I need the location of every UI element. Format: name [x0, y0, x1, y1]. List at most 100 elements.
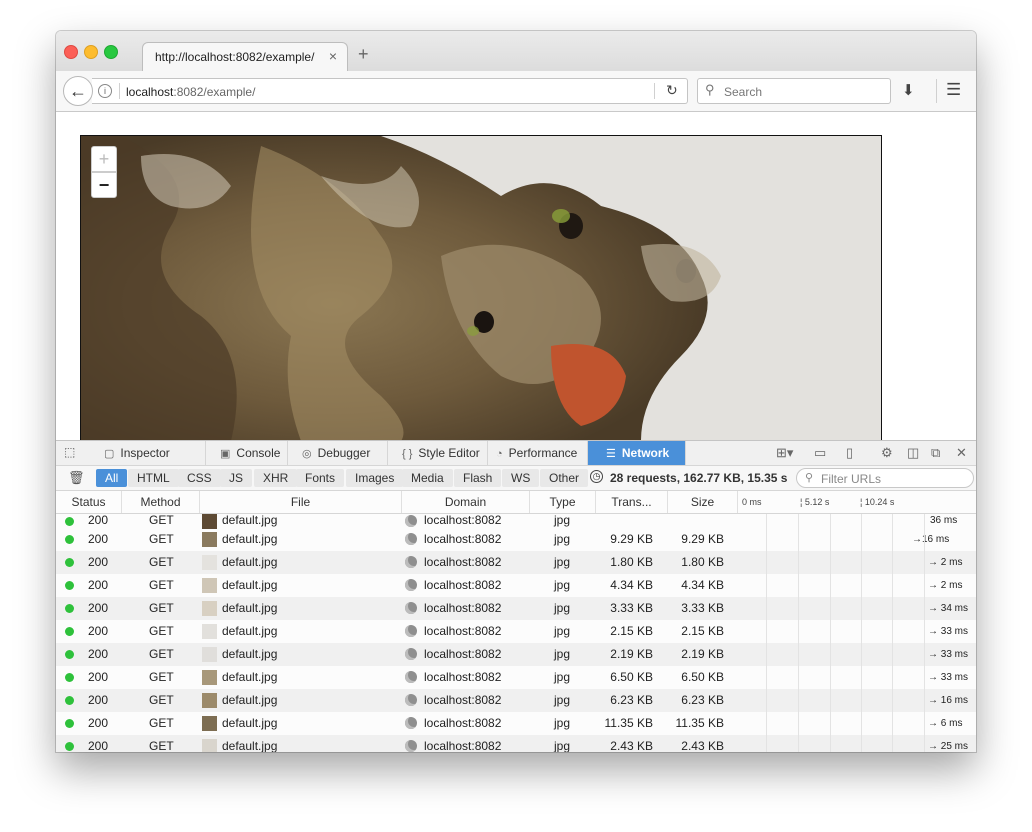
tab-performance[interactable]: ◔ Performance: [488, 441, 588, 465]
gear-icon[interactable]: ⚙: [881, 445, 893, 461]
back-button[interactable]: ←: [63, 76, 93, 106]
size-cell: 11.35 KB: [675, 716, 724, 730]
dock-side-icon[interactable]: ◫: [907, 445, 919, 461]
status-cell: 200: [88, 693, 109, 707]
column-header-transferred[interactable]: Trans...: [596, 491, 668, 513]
responsive-icon[interactable]: ▯: [846, 445, 853, 461]
column-header-status[interactable]: Status: [56, 491, 122, 513]
title-bar: http://localhost:8082/example/ × +: [56, 31, 976, 71]
status-dot: [65, 535, 74, 544]
tab-style-editor[interactable]: { } Style Editor: [388, 441, 488, 465]
table-row[interactable]: 200 GET default.jpg localhost:8082 jpg 4.34 K…: [56, 574, 976, 597]
table-row[interactable]: 200 GET default.jpg localhost:8082 jpg 2.15 K…: [56, 620, 976, 643]
table-row[interactable]: 200 GET default.jpg localhost:8082 jpg 11.35 …: [56, 712, 976, 735]
url-text[interactable]: localhost:8082/example/: [126, 85, 255, 99]
filter-css[interactable]: CSS: [178, 469, 221, 487]
column-header-type[interactable]: Type: [530, 491, 596, 513]
layout-icon[interactable]: ⊞▾: [776, 445, 793, 461]
filter-html[interactable]: HTML: [128, 469, 179, 487]
domain-cell: localhost:8082: [424, 739, 502, 752]
url-bar[interactable]: i localhost:8082/example/ ↻: [92, 78, 688, 104]
tab-console[interactable]: ▣ Console: [206, 441, 288, 465]
devtools-panel: ⬚ ▢ Inspector ▣ Console ◎ Debugger { } Style…: [56, 440, 976, 752]
tab-label: Console: [236, 446, 281, 460]
split-console-icon[interactable]: ▭: [814, 445, 826, 461]
status-dot: [65, 517, 74, 526]
filter-flash[interactable]: Flash: [454, 469, 502, 487]
size-cell: 6.50 KB: [681, 670, 724, 684]
globe-icon: [405, 515, 417, 527]
timeline-gridline: [798, 514, 799, 752]
table-row[interactable]: 200 GET default.jpg localhost:8082 jpg 6.50 K…: [56, 666, 976, 689]
timing-cell: → 33 ms: [928, 649, 969, 660]
size-cell: 2.19 KB: [681, 647, 724, 661]
transferred-cell: 9.29 KB: [610, 532, 653, 546]
method-cell: GET: [149, 578, 174, 592]
filter-urls-input[interactable]: ⚲ Filter URLs: [796, 468, 974, 488]
file-thumbnail: [202, 532, 217, 547]
undock-icon[interactable]: ⧉: [931, 445, 940, 461]
request-list[interactable]: 200 GET default.jpg localhost:8082 jpg 3…: [56, 514, 976, 752]
filter-fonts[interactable]: Fonts: [296, 469, 345, 487]
type-cell: jpg: [554, 578, 571, 592]
table-header: Status Method File Domain Type Trans... …: [56, 491, 976, 514]
column-header-size[interactable]: Size: [668, 491, 738, 513]
transferred-cell: 2.43 KB: [610, 739, 653, 752]
new-tab-button[interactable]: +: [358, 45, 369, 63]
tab-inspector[interactable]: ▢ Inspector: [90, 441, 206, 465]
table-row[interactable]: 200 GET default.jpg localhost:8082 jpg 3.33 K…: [56, 597, 976, 620]
type-cell: jpg: [554, 670, 571, 684]
timing-cell: → 25 ms: [928, 741, 969, 752]
trash-icon[interactable]: 🗑: [68, 470, 85, 486]
status-cell: 200: [88, 555, 109, 569]
filter-all[interactable]: All: [96, 469, 128, 487]
column-header-domain[interactable]: Domain: [402, 491, 530, 513]
window-close-button[interactable]: [64, 45, 78, 59]
table-row[interactable]: 200 GET default.jpg localhost:8082 jpg 2.43 K…: [56, 735, 976, 752]
image-viewer[interactable]: + −: [80, 135, 882, 440]
file-cell: default.jpg: [222, 647, 278, 661]
close-icon[interactable]: ✕: [956, 445, 967, 461]
filter-media[interactable]: Media: [402, 469, 453, 487]
filter-js[interactable]: JS: [220, 469, 253, 487]
column-header-file[interactable]: File: [200, 491, 402, 513]
window-maximize-button[interactable]: [104, 45, 118, 59]
method-cell: GET: [149, 601, 174, 615]
hamburger-menu-icon[interactable]: ☰: [946, 80, 961, 100]
column-header-method[interactable]: Method: [122, 491, 200, 513]
table-row[interactable]: 200 GET default.jpg localhost:8082 jpg 9.29 K…: [56, 528, 976, 551]
devtools-toolbar: ⬚ ▢ Inspector ▣ Console ◎ Debugger { } Style…: [56, 441, 976, 466]
info-icon[interactable]: i: [98, 84, 112, 98]
filter-xhr[interactable]: XHR: [254, 469, 298, 487]
table-row[interactable]: 200 GET default.jpg localhost:8082 jpg 1.80 K…: [56, 551, 976, 574]
file-cell: default.jpg: [222, 555, 278, 569]
tab-label: Network: [621, 446, 670, 460]
window-minimize-button[interactable]: [84, 45, 98, 59]
timing-cell: → 33 ms: [928, 626, 969, 637]
file-thumbnail: [202, 601, 217, 616]
method-cell: GET: [149, 739, 174, 752]
table-row-partial[interactable]: 200 GET default.jpg localhost:8082 jpg 3…: [56, 514, 976, 529]
table-row[interactable]: 200 GET default.jpg localhost:8082 jpg 6.23 K…: [56, 689, 976, 712]
search-bar[interactable]: ⚲ Search: [697, 78, 891, 104]
filter-images[interactable]: Images: [346, 469, 404, 487]
timeline-tick-1: ¦ 5.12 s: [800, 497, 830, 507]
filter-ws[interactable]: WS: [502, 469, 540, 487]
table-row[interactable]: 200 GET default.jpg localhost:8082 jpg 2.19 K…: [56, 643, 976, 666]
filter-other[interactable]: Other: [540, 469, 589, 487]
status-dot: [65, 719, 74, 728]
tab-close-icon[interactable]: ×: [329, 48, 337, 64]
method-cell: GET: [149, 555, 174, 569]
element-picker-icon[interactable]: ⬚: [64, 445, 78, 459]
zoom-in-button[interactable]: +: [91, 146, 117, 172]
tab-debugger[interactable]: ◎ Debugger: [288, 441, 388, 465]
size-cell: 2.43 KB: [681, 739, 724, 752]
browser-tab[interactable]: http://localhost:8082/example/ ×: [142, 42, 348, 71]
status-dot: [65, 673, 74, 682]
download-icon[interactable]: ⬇: [902, 81, 915, 99]
zoom-out-button[interactable]: −: [91, 172, 117, 198]
tab-network[interactable]: ☰ Network: [588, 441, 686, 465]
reload-icon[interactable]: ↻: [666, 82, 678, 99]
inspector-icon: ▢: [104, 448, 115, 460]
type-cell: jpg: [554, 739, 571, 752]
